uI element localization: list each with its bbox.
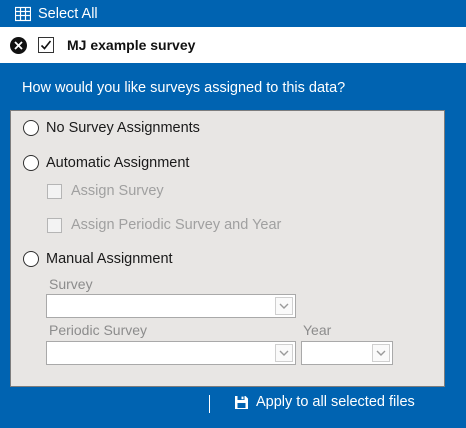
checkbox-box[interactable] (47, 183, 62, 199)
select-all-label: Select All (38, 5, 98, 22)
checkmark-icon (40, 40, 52, 50)
radio-label: Manual Assignment (46, 251, 173, 267)
chevron-down-icon[interactable] (372, 344, 390, 362)
checkbox-box[interactable] (47, 217, 62, 233)
file-row: MJ example survey (0, 27, 466, 63)
save-icon (234, 395, 249, 410)
toolbar-separator (209, 395, 210, 413)
file-name: MJ example survey (67, 37, 196, 53)
apply-label: Apply to all selected files (256, 394, 415, 410)
file-checkbox[interactable] (38, 37, 54, 53)
survey-select[interactable] (46, 294, 296, 318)
chevron-down-icon[interactable] (275, 344, 293, 362)
radio-circle[interactable] (23, 155, 39, 171)
close-icon[interactable] (10, 36, 27, 54)
survey-assignment-panel: How would you like surveys assigned to t… (0, 63, 466, 428)
year-label: Year (303, 322, 332, 338)
panel-question: How would you like surveys assigned to t… (22, 80, 346, 96)
assign-survey-checkbox[interactable]: Assign Survey (47, 183, 164, 199)
radio-automatic[interactable]: Automatic Assignment (23, 155, 189, 171)
year-select[interactable] (301, 341, 393, 365)
radio-manual[interactable]: Manual Assignment (23, 251, 173, 267)
select-all-bar[interactable]: Select All (0, 0, 466, 27)
radio-label: No Survey Assignments (46, 120, 200, 136)
radio-circle[interactable] (23, 251, 39, 267)
checkbox-label: Assign Survey (71, 183, 164, 199)
radio-label: Automatic Assignment (46, 155, 190, 171)
assign-periodic-checkbox[interactable]: Assign Periodic Survey and Year (47, 217, 281, 233)
survey-label: Survey (49, 276, 93, 292)
checkbox-label: Assign Periodic Survey and Year (71, 217, 282, 233)
periodic-survey-select[interactable] (46, 341, 296, 365)
grid-icon (15, 6, 31, 22)
chevron-down-icon[interactable] (275, 297, 293, 315)
periodic-survey-label: Periodic Survey (49, 322, 148, 338)
apply-to-all-button[interactable]: Apply to all selected files (234, 394, 415, 410)
radio-no-survey[interactable]: No Survey Assignments (23, 120, 200, 136)
radio-circle[interactable] (23, 120, 39, 136)
assignment-options: No Survey Assignments Automatic Assignme… (10, 110, 445, 387)
